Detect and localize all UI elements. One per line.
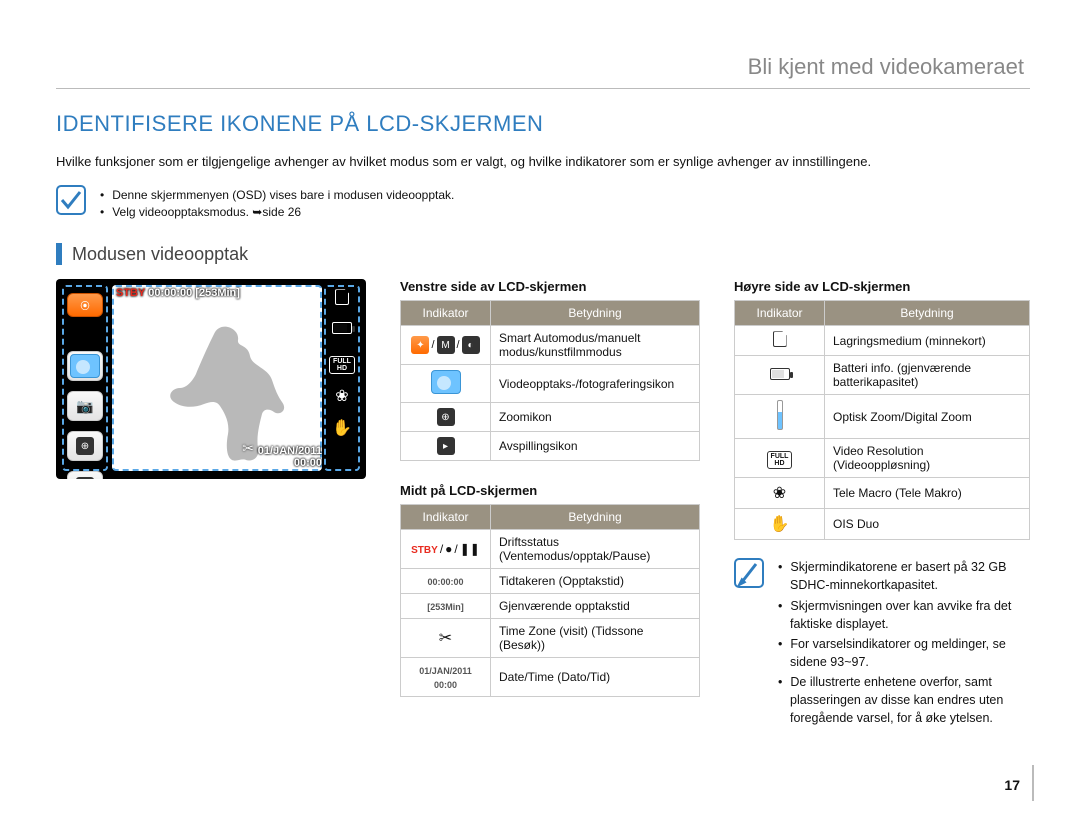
- th-meaning: Betydning: [491, 301, 700, 326]
- table-row: STBY/●/❚❚ Driftsstatus (Ventemodus/oppta…: [401, 530, 700, 569]
- table-row: Optisk Zoom/Digital Zoom: [735, 395, 1030, 439]
- top-note-block: Denne skjermmenyen (OSD) vises bare i mo…: [56, 185, 1030, 222]
- th-indicator: Indikator: [401, 301, 491, 326]
- artfilm-icon: ◐: [462, 336, 480, 354]
- page-number: 17: [1004, 777, 1020, 793]
- stby-label: STBY: [116, 287, 145, 299]
- right-table: IndikatorBetydning Lagringsmedium (minne…: [734, 300, 1030, 540]
- table-row: ⊕Zoomikon: [401, 403, 700, 432]
- mode-icons: ✦/ M/ ◐: [411, 336, 479, 354]
- table-row: FULLHDVideo Resolution (Videooppløsning): [735, 439, 1030, 478]
- mode-button[interactable]: ⦿: [67, 293, 103, 317]
- lcd-preview: ⦿ 📷 ⊕ ▸ STBY 00:00:00 [253Min] ✂ 01/JAN/…: [56, 279, 366, 479]
- check-icon: [56, 185, 86, 215]
- smart-icon: ✦: [411, 336, 429, 354]
- note-item: Skjermindikatorene er basert på 32 GB SD…: [778, 558, 1030, 594]
- smart-icon: ⦿: [80, 299, 89, 312]
- table-row: Viodeopptaks-/fotograferingsikon: [401, 365, 700, 403]
- zoombar-icon: [777, 400, 783, 430]
- timezone-icon: ✂: [242, 440, 254, 457]
- telemacro-icon: ❀: [773, 485, 786, 502]
- left-table-title: Venstre side av LCD-skjermen: [400, 279, 700, 294]
- section-header: Modusen videoopptak: [56, 243, 1030, 265]
- hd-icon: FULLHD: [767, 451, 793, 469]
- note-item: Skjermvisningen over kan avvike fra det …: [778, 597, 1030, 633]
- play-button[interactable]: ▸: [67, 471, 103, 479]
- table-row: Batteri info. (gjenværende batterikapasi…: [735, 356, 1030, 395]
- lcd-status-line: STBY 00:00:00 [253Min]: [116, 287, 240, 299]
- timer-indicator: 00:00:00: [427, 577, 463, 587]
- camera-icon: 📷: [76, 398, 93, 415]
- status-icons: STBY/●/❚❚: [411, 542, 480, 556]
- table-row: 00:00:00Tidtakeren (Opptakstid): [401, 569, 700, 594]
- camcorder-icon: [70, 354, 100, 378]
- sdcard-icon: [335, 289, 349, 309]
- zoom-icon: ⊕: [437, 408, 455, 426]
- mid-table: IndikatorBetydning STBY/●/❚❚ Driftsstatu…: [400, 504, 700, 697]
- note-item: Denne skjermmenyen (OSD) vises bare i mo…: [100, 187, 454, 204]
- hd-icon: FULLHD: [329, 350, 355, 374]
- th-meaning: Betydning: [825, 301, 1030, 326]
- remaining-indicator: [253Min]: [427, 602, 464, 612]
- note-item: Velg videoopptaksmodus. ➥side 26: [100, 204, 454, 221]
- th-meaning: Betydning: [491, 505, 700, 530]
- table-row: ▸Avspillingsikon: [401, 432, 700, 461]
- top-note-list: Denne skjermmenyen (OSD) vises bare i mo…: [100, 187, 454, 222]
- th-indicator: Indikator: [401, 505, 491, 530]
- page-title: IDENTIFISERE IKONENE PÅ LCD-SKJERMEN: [56, 111, 1030, 137]
- info-icon: [734, 558, 764, 588]
- table-row: 01/JAN/2011 00:00Date/Time (Dato/Tid): [401, 658, 700, 697]
- page-number-divider: [1032, 765, 1034, 801]
- camcorder-icon: [431, 370, 461, 394]
- th-indicator: Indikator: [735, 301, 825, 326]
- ois-icon: ✋: [332, 418, 352, 438]
- note-item: De illustrerte enhetene overfor, samt pl…: [778, 673, 1030, 727]
- lcd-datetime: 01/JAN/201100:00: [258, 445, 322, 469]
- datetime-indicator: 01/JAN/2011 00:00: [419, 666, 472, 690]
- right-table-title: Høyre side av LCD-skjermen: [734, 279, 1030, 294]
- table-row: [253Min]Gjenværende opptakstid: [401, 594, 700, 619]
- intro-text: Hvilke funksjoner som er tilgjengelige a…: [56, 153, 1030, 171]
- manual-icon: M: [437, 336, 455, 354]
- left-table: IndikatorBetydning ✦/ M/ ◐ Smart Automod…: [400, 300, 700, 461]
- section-bar-icon: [56, 243, 62, 265]
- ois-icon: ✋: [770, 516, 790, 533]
- table-row: ✋OIS Duo: [735, 509, 1030, 540]
- table-row: ❀Tele Macro (Tele Makro): [735, 478, 1030, 509]
- table-row: ✦/ M/ ◐ Smart Automodus/manuelt modus/ku…: [401, 326, 700, 365]
- breadcrumb: Bli kjent med videokameraet: [56, 54, 1030, 80]
- photo-button[interactable]: 📷: [67, 391, 103, 421]
- table-row: ✂Time Zone (visit) (Tidssone (Besøk)): [401, 619, 700, 658]
- mid-table-title: Midt på LCD-skjermen: [400, 483, 700, 498]
- battery-icon: [332, 321, 352, 338]
- note-item: For varselsindikatorer og meldinger, se …: [778, 635, 1030, 671]
- telemacro-icon: ❀: [335, 386, 348, 406]
- info-note-list: Skjermindikatorene er basert på 32 GB SD…: [778, 558, 1030, 729]
- table-row: Lagringsmedium (minnekort): [735, 326, 1030, 356]
- section-title: Modusen videoopptak: [72, 244, 248, 265]
- lcd-timer: 00:00:00: [148, 287, 192, 299]
- battery-icon: [770, 368, 790, 380]
- play-icon: ▸: [76, 477, 94, 479]
- timezone-icon: ✂: [439, 630, 452, 647]
- person-silhouette-icon: [166, 324, 286, 464]
- zoom-button[interactable]: ⊕: [67, 431, 103, 461]
- play-icon: ▸: [437, 437, 455, 455]
- zoom-icon: ⊕: [76, 437, 94, 455]
- sdcard-icon: [773, 331, 787, 347]
- camcorder-button[interactable]: [67, 351, 103, 381]
- info-note-block: Skjermindikatorene er basert på 32 GB SD…: [734, 558, 1030, 729]
- divider: [56, 88, 1030, 89]
- lcd-remaining: [253Min]: [195, 287, 240, 299]
